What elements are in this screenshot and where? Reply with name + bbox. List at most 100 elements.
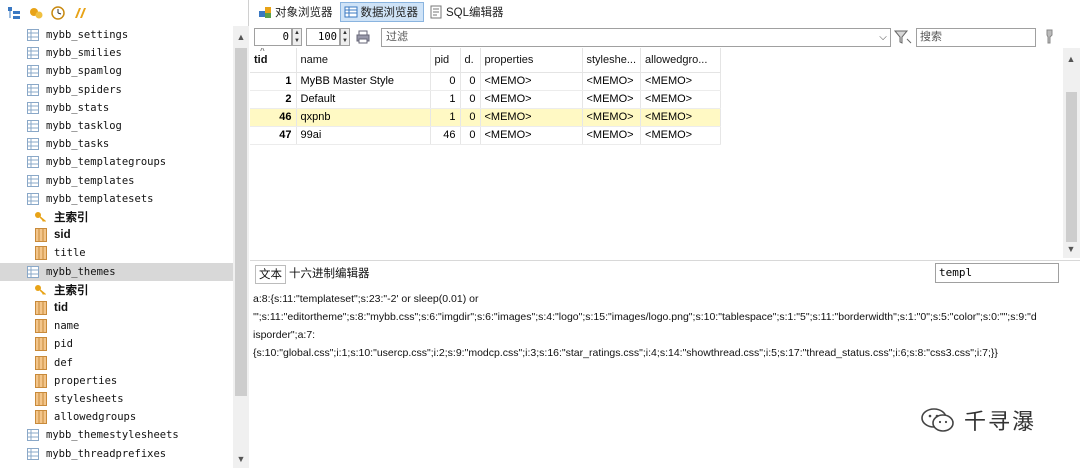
offset-stepper[interactable]: ▲ ▼ <box>292 28 302 46</box>
search-input[interactable]: 搜索 <box>916 28 1036 47</box>
tree-item-column[interactable]: stylesheets <box>0 390 233 408</box>
limit-input[interactable]: 100 <box>306 28 340 46</box>
cell-stylesheets[interactable]: <MEMO> <box>582 126 642 145</box>
cell-allowedgroups[interactable]: <MEMO> <box>640 90 722 109</box>
cell-d[interactable]: 0 <box>460 72 481 91</box>
tree-item-table[interactable]: mybb_themestylesheets <box>0 426 233 444</box>
objects-icon[interactable] <box>28 5 44 21</box>
history-clock-icon[interactable] <box>50 5 66 21</box>
cell-d[interactable]: 0 <box>460 126 481 145</box>
tree-item-table[interactable]: mybb_spamlog <box>0 62 233 80</box>
tab-hex-editor[interactable]: 十六进制编辑器 <box>286 265 373 284</box>
cell-stylesheets[interactable]: <MEMO> <box>582 108 642 127</box>
tab-object-browser[interactable]: 对象浏览器 <box>255 2 338 22</box>
tree-item-table[interactable]: mybb_smilies <box>0 44 233 62</box>
tree-item-table[interactable]: mybb_spiders <box>0 81 233 99</box>
tab-data-browser[interactable]: 数据浏览器 <box>339 2 424 22</box>
tree-item-index[interactable]: 主索引 <box>0 208 233 226</box>
limit-stepper[interactable]: ▲ ▼ <box>340 28 350 46</box>
cell-name[interactable]: Default <box>296 90 431 109</box>
cell-pid[interactable]: 1 <box>430 108 461 127</box>
cell-name[interactable]: qxpnb <box>296 108 431 127</box>
cell-allowedgroups[interactable]: <MEMO> <box>640 72 722 91</box>
cell-allowedgroups[interactable]: <MEMO> <box>640 126 722 145</box>
scroll-down-icon[interactable]: ▼ <box>233 452 249 466</box>
tree-item-column[interactable]: title <box>0 244 233 262</box>
tree-item-label: sid <box>54 229 71 242</box>
cell-properties[interactable]: <MEMO> <box>480 90 583 109</box>
tree-item-label: 主索引 <box>54 212 89 224</box>
cell-tid[interactable]: 46 <box>250 108 297 127</box>
column-header-stylesheets[interactable]: styleshe... <box>582 48 642 73</box>
tree-item-column[interactable]: tid <box>0 299 233 317</box>
tree-item-table[interactable]: mybb_tasklog <box>0 117 233 135</box>
tree-item-table[interactable]: mybb_settings <box>0 26 233 44</box>
column-header-name[interactable]: name <box>296 48 431 73</box>
cell-properties[interactable]: <MEMO> <box>480 108 583 127</box>
tree-item-index[interactable]: 主索引 <box>0 281 233 299</box>
table-row[interactable]: 2 Default 1 0 <MEMO> <MEMO> <MEMO> <box>250 90 722 109</box>
cell-tid[interactable]: 1 <box>250 72 297 91</box>
tree-item-column[interactable]: allowedgroups <box>0 408 233 426</box>
tree-item-column[interactable]: sid <box>0 226 233 244</box>
tab-text[interactable]: 文本 <box>255 265 286 284</box>
cell-tid[interactable]: 2 <box>250 90 297 109</box>
grid-scroll-thumb[interactable] <box>1066 92 1077 242</box>
cell-stylesheets[interactable]: <MEMO> <box>582 90 642 109</box>
tree-item-table[interactable]: mybb_themes <box>0 262 233 281</box>
tab-sql-editor[interactable]: SQL编辑器 <box>426 2 509 22</box>
bookmark-icon[interactable] <box>72 5 88 21</box>
column-icon <box>34 228 48 243</box>
column-header-def[interactable]: d. <box>460 48 481 73</box>
offset-input[interactable]: 0 <box>254 28 292 46</box>
tree-item-table[interactable]: mybb_templates <box>0 172 233 190</box>
cell-stylesheets[interactable]: <MEMO> <box>582 72 642 91</box>
cell-d[interactable]: 0 <box>460 90 481 109</box>
table-row[interactable]: 1 MyBB Master Style 0 0 <MEMO> <MEMO> <MEMO> <box>250 72 722 91</box>
scroll-down-icon[interactable]: ▼ <box>1063 242 1079 256</box>
cell-properties[interactable]: <MEMO> <box>480 72 583 91</box>
cell-properties[interactable]: <MEMO> <box>480 126 583 145</box>
cell-allowedgroups[interactable]: <MEMO> <box>640 108 722 127</box>
column-header-pid[interactable]: pid <box>430 48 461 73</box>
tree-item-table[interactable]: mybb_threadprefixes <box>0 445 233 463</box>
tree-item-table[interactable]: mybb_templatesets <box>0 190 233 208</box>
cell-pid[interactable]: 0 <box>430 72 461 91</box>
tree-item-column[interactable]: def <box>0 354 233 372</box>
column-icon <box>34 373 48 388</box>
cell-pid[interactable]: 1 <box>430 90 461 109</box>
tree-item-column[interactable]: name <box>0 317 233 335</box>
scroll-up-icon[interactable]: ▲ <box>1063 52 1079 66</box>
scroll-up-icon[interactable]: ▲ <box>233 30 249 44</box>
tree-item-column[interactable]: properties <box>0 372 233 390</box>
column-header-tid[interactable]: ^ tid <box>250 48 297 73</box>
table-header-row: ^ tid name pid d. properties styleshe... … <box>250 48 722 73</box>
tree-view-icon[interactable] <box>6 5 22 21</box>
grid-scrollbar[interactable]: ▲ ▼ <box>1063 48 1080 258</box>
editor-search-input[interactable]: templ <box>935 263 1059 283</box>
chevron-down-icon[interactable]: ⌵ <box>876 29 890 46</box>
cell-name[interactable]: 99ai <box>296 126 431 145</box>
cell-tid[interactable]: 47 <box>250 126 297 145</box>
memo-text-editor[interactable]: a:8:{s:11:"templateset";s:23:"-2' or sle… <box>250 286 1080 468</box>
filter-funnel-icon[interactable] <box>893 29 912 45</box>
table-row[interactable]: 47 99ai 46 0 <MEMO> <MEMO> <MEMO> <box>250 126 722 145</box>
cell-pid[interactable]: 46 <box>430 126 461 145</box>
tree-item-column[interactable]: pid <box>0 335 233 353</box>
print-icon[interactable] <box>356 30 370 47</box>
cell-name[interactable]: MyBB Master Style <box>296 72 431 91</box>
filter-input[interactable]: 过滤 <box>381 28 891 47</box>
column-header-properties[interactable]: properties <box>480 48 583 73</box>
column-header-allowedgroups[interactable]: allowedgro... <box>640 48 722 73</box>
cell-d[interactable]: 0 <box>460 108 481 127</box>
tree-scrollbar[interactable]: ▲ ▼ <box>233 26 249 468</box>
search-options-icon[interactable] <box>1043 29 1057 45</box>
editor-line: {s:10:"global.css";i:1;s:10:"usercp.css"… <box>253 347 998 359</box>
column-icon <box>34 392 48 406</box>
tree-item-table[interactable]: mybb_stats <box>0 99 233 117</box>
tree-scroll-thumb[interactable] <box>235 48 247 396</box>
tree-item-table[interactable]: mybb_templategroups <box>0 153 233 171</box>
tree-item-table[interactable]: mybb_tasks <box>0 135 233 153</box>
table-row[interactable]: 46 qxpnb 1 0 <MEMO> <MEMO> <MEMO> <box>250 108 722 127</box>
table-icon <box>26 265 40 279</box>
